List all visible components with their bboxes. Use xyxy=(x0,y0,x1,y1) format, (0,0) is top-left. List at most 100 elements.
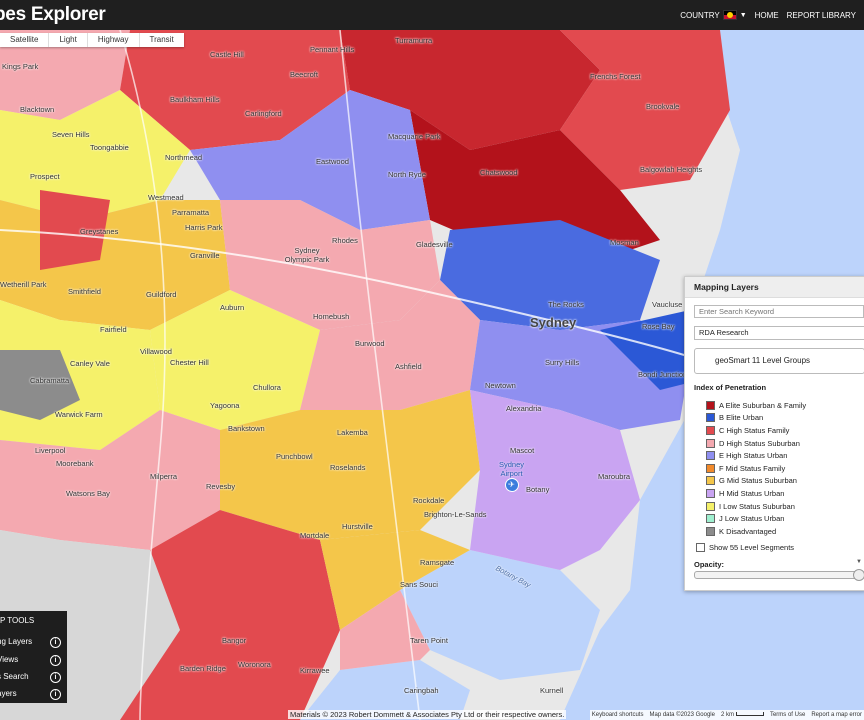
place-label: Gladesville xyxy=(416,240,453,249)
info-icon[interactable]: i xyxy=(50,655,61,666)
tool-item[interactable]: s Search i xyxy=(0,672,64,683)
place-label: Yagoona xyxy=(210,401,240,410)
place-label: Toongabbie xyxy=(90,143,129,152)
legend-swatch xyxy=(706,526,715,536)
search-input[interactable] xyxy=(694,305,864,318)
tool-item[interactable]: Views i xyxy=(0,655,64,666)
place-label: Milperra xyxy=(150,472,178,481)
place-label: Parramatta xyxy=(172,208,210,217)
legend-swatch xyxy=(706,501,715,511)
australian-flag-icon xyxy=(722,10,737,20)
info-icon[interactable]: i xyxy=(50,637,61,648)
place-label: Chatswood xyxy=(480,168,518,177)
place-label: Wetherill Park xyxy=(0,280,47,289)
place-label: Turramurra xyxy=(395,36,433,45)
place-label: Bangor xyxy=(222,636,247,645)
legend-swatch xyxy=(706,413,715,423)
terms-link[interactable]: Terms of Use xyxy=(770,712,805,718)
place-label: Rhodes xyxy=(332,236,358,245)
nav-report-library[interactable]: REPORT LIBRARY xyxy=(787,11,856,20)
place-label: Beecroft xyxy=(290,70,318,79)
place-label: Brookvale xyxy=(646,102,680,111)
place-label: Balgowlah Heights xyxy=(640,165,703,174)
place-label: Rose Bay xyxy=(642,322,675,331)
mapping-layers-panel: Mapping Layers RDA Research geoSmart 11 … xyxy=(684,276,864,591)
place-label: Ramsgate xyxy=(420,558,455,567)
slider-handle[interactable] xyxy=(853,569,864,581)
top-bar: bes Explorer COUNTRY ▼ HOME REPORT LIBRA… xyxy=(0,0,864,30)
legend-swatch xyxy=(706,463,715,473)
legend-item: G Mid Status Suburban xyxy=(706,475,806,488)
checkbox-icon[interactable] xyxy=(696,543,705,552)
map-tools-title: P TOOLS xyxy=(0,616,35,625)
show-segments-checkbox[interactable]: Show 55 Level Segments xyxy=(696,543,794,552)
map-type-highway[interactable]: Highway xyxy=(88,33,140,47)
level-group-button[interactable]: geoSmart 11 Level Groups xyxy=(694,348,864,374)
legend-list: A Elite Suburban & Family B Elite Urban C … xyxy=(706,399,806,538)
place-label: Woronora xyxy=(238,660,271,669)
app-brand[interactable]: bes Explorer xyxy=(0,4,106,26)
keyboard-shortcuts-link[interactable]: Keyboard shortcuts xyxy=(592,712,644,718)
opacity-label: Opacity: xyxy=(694,560,725,569)
tool-item-label: ayers xyxy=(0,689,17,698)
place-label: Chester Hill xyxy=(170,358,209,367)
nav-home[interactable]: HOME xyxy=(755,11,779,20)
legend-label: C High Status Family xyxy=(719,425,790,435)
data-source-select[interactable]: RDA Research xyxy=(694,326,864,340)
place-label: Brighton-Le-Sands xyxy=(424,510,487,519)
legend-label: B Elite Urban xyxy=(719,413,764,423)
report-error-link[interactable]: Report a map error xyxy=(811,712,862,718)
place-label: Botany xyxy=(526,485,550,494)
place-label: Bondi Junction xyxy=(638,370,688,379)
tool-item[interactable]: ayers i xyxy=(0,689,64,700)
legend-swatch xyxy=(706,476,715,486)
place-label: Frenchs Forest xyxy=(590,72,641,81)
legend-item: J Low Status Urban xyxy=(706,512,806,525)
place-label: Northmead xyxy=(165,153,203,162)
tool-item[interactable]: ng Layers i xyxy=(0,637,64,648)
legend-swatch xyxy=(706,438,715,448)
legend-label: F Mid Status Family xyxy=(719,463,786,473)
legend-label: E High Status Urban xyxy=(719,451,788,461)
place-label: Macquarie Park xyxy=(388,132,441,141)
country-selector[interactable]: COUNTRY ▼ xyxy=(680,10,747,20)
legend-label: K Disadvantaged xyxy=(719,526,777,536)
copyright-attribution: Materials © 2023 Robert Dommett & Associ… xyxy=(288,710,567,719)
legend-item: F Mid Status Family xyxy=(706,462,806,475)
map-type-light[interactable]: Light xyxy=(49,33,88,47)
place-label: Lakemba xyxy=(337,428,368,437)
map-type-transit[interactable]: Transit xyxy=(140,33,184,47)
legend-label: I Low Status Suburban xyxy=(719,501,795,511)
place-label: Sydney Olympic Park xyxy=(284,246,330,264)
index-label: Index of Penetration xyxy=(694,383,767,392)
legend-item: D High Status Suburban xyxy=(706,437,806,450)
tool-item-label: Views xyxy=(0,655,19,664)
place-label: Surry Hills xyxy=(545,358,580,367)
airport-label-line2: Airport xyxy=(500,469,523,478)
airport-marker[interactable]: Sydney Airport ✈ xyxy=(499,460,524,492)
place-label: Cabramatta xyxy=(30,376,70,385)
map-type-satellite[interactable]: Satellite xyxy=(0,33,50,47)
info-icon[interactable]: i xyxy=(50,689,61,700)
info-icon[interactable]: i xyxy=(50,672,61,683)
place-label: Smithfield xyxy=(68,287,101,296)
place-label: Moorebank xyxy=(56,459,94,468)
country-label: COUNTRY xyxy=(680,10,720,20)
legend-label: H Mid Status Urban xyxy=(719,488,785,498)
place-label: Kings Park xyxy=(2,62,39,71)
place-label: Caringbah xyxy=(404,686,439,695)
map-data-credit: Map data ©2023 Google xyxy=(649,712,715,718)
place-label: Kurnell xyxy=(540,686,564,695)
scroll-down-icon[interactable]: ▼ xyxy=(856,559,862,565)
legend-item: E High Status Urban xyxy=(706,449,806,462)
opacity-slider[interactable] xyxy=(694,569,864,581)
top-nav: COUNTRY ▼ HOME REPORT LIBRARY xyxy=(680,0,864,30)
place-label: Barden Ridge xyxy=(180,664,226,673)
legend-item: I Low Status Suburban xyxy=(706,500,806,513)
legend-label: D High Status Suburban xyxy=(719,438,800,448)
place-label: Westmead xyxy=(148,193,184,202)
place-label: Mortdale xyxy=(300,531,330,540)
place-label: Carlingford xyxy=(245,109,282,118)
place-label: Chullora xyxy=(253,383,281,392)
place-label: Revesby xyxy=(206,482,236,491)
